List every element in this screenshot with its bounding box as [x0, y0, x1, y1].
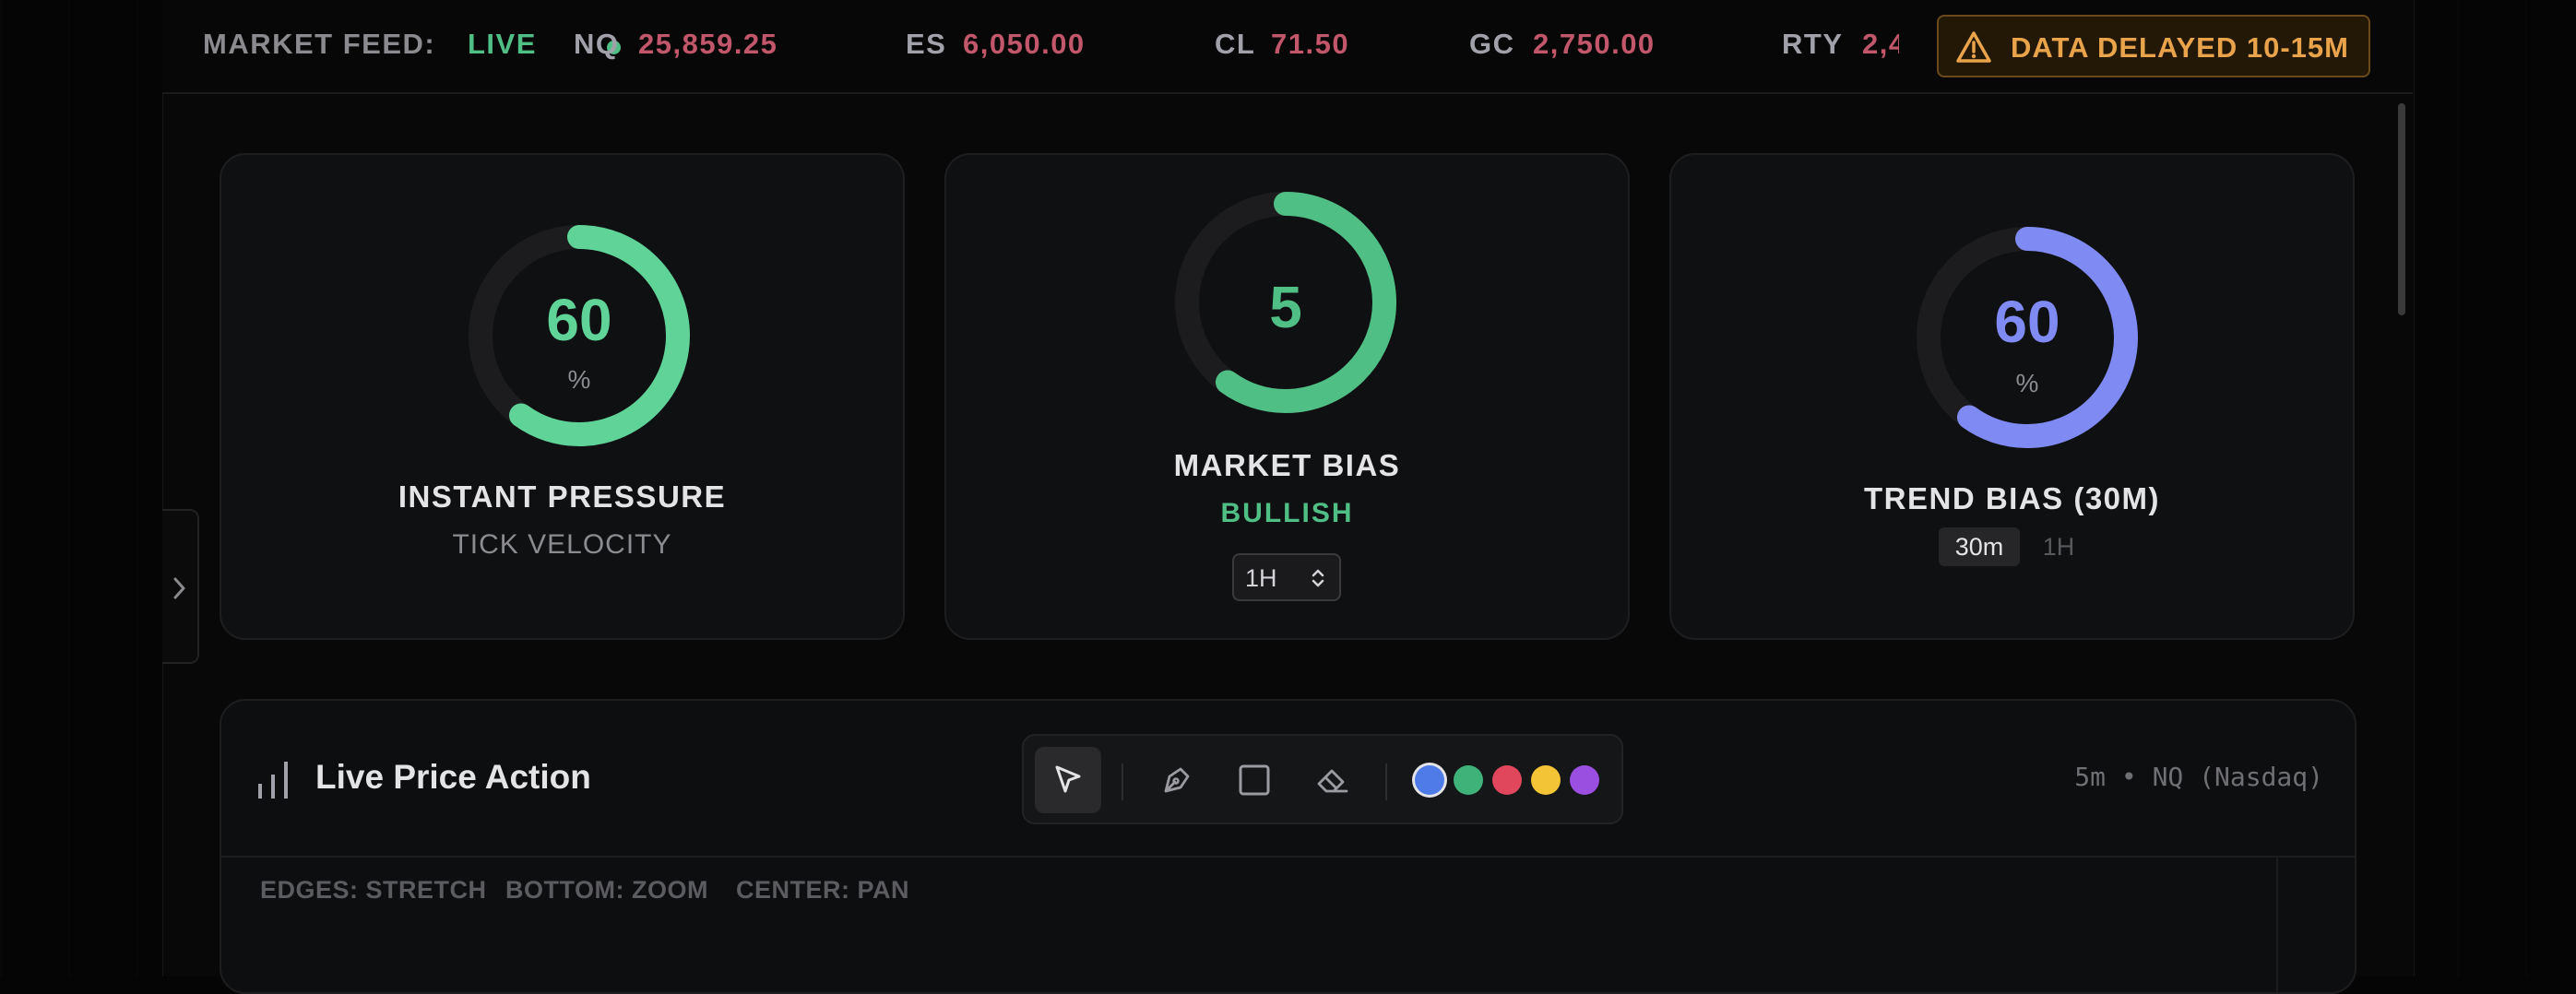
warning-icon — [1956, 31, 1991, 63]
pen-icon — [1164, 767, 1190, 793]
trend-bias-value: 60 — [1994, 289, 2060, 355]
ticker-symbol: CL — [1215, 28, 1256, 60]
ticker-price: 2,750.00 — [1533, 28, 1656, 60]
timeframe-select[interactable]: 1H — [1232, 553, 1341, 601]
trend-bias-unit: % — [2015, 369, 2039, 397]
color-swatch-blue[interactable] — [1415, 765, 1444, 795]
pen-tool-button[interactable] — [1144, 747, 1210, 813]
timeframe-select-value: 1H — [1245, 564, 1277, 592]
segment-1h[interactable]: 1H — [2033, 527, 2084, 566]
instant-pressure-subtitle: TICK VELOCITY — [452, 529, 672, 560]
market-bias-card: 5 MARKET BIAS BULLISH 1H — [944, 153, 1630, 640]
chevron-right-icon — [173, 577, 185, 599]
panel-title: Live Price Action — [315, 758, 591, 796]
live-label: LIVE — [468, 28, 537, 60]
market-feed-label: MARKET FEED: — [203, 28, 436, 60]
instant-pressure-card: 60 % INSTANT PRESSURE TICK VELOCITY — [220, 153, 905, 640]
scrollbar-thumb[interactable] — [2398, 103, 2405, 315]
cursor-tool-button[interactable] — [1035, 747, 1101, 813]
instant-pressure-value: 60 — [546, 287, 612, 353]
ticker-price: 6,050.00 — [963, 28, 1086, 60]
color-swatch-yellow[interactable] — [1531, 765, 1561, 795]
ticker-symbol: ES — [906, 28, 947, 60]
market-ticker: MARKET FEED: LIVE NQ 25,859.25 ES 6,050.… — [162, 0, 2413, 94]
hint-edges: EDGES: STRETCH — [260, 876, 487, 904]
rectangle-tool-button[interactable] — [1221, 747, 1288, 813]
ticker-symbol: RTY — [1782, 28, 1844, 60]
ticker-price: 2,4 — [1862, 28, 1899, 60]
color-swatch-red[interactable] — [1492, 765, 1522, 795]
drawing-toolbar — [1022, 734, 1623, 824]
ticker-symbol: GC — [1469, 28, 1515, 60]
color-swatch-purple[interactable] — [1570, 765, 1599, 795]
ticker-price: 71.50 — [1271, 28, 1350, 60]
chart-meta: 5m • NQ (Nasdaq) — [2074, 762, 2323, 792]
hint-bottom: BOTTOM: ZOOM — [505, 876, 708, 904]
eraser-icon — [1317, 769, 1348, 793]
chart-axis-divider — [2276, 856, 2278, 992]
cursor-icon — [1055, 765, 1081, 793]
data-delayed-label: DATA DELAYED 10-15M — [2011, 31, 2349, 64]
rectangle-icon — [1239, 764, 1270, 796]
hint-center: CENTER: PAN — [736, 876, 910, 904]
eraser-tool-button[interactable] — [1299, 747, 1365, 813]
ticker-price: 25,859.25 — [638, 28, 778, 60]
bar-chart-icon — [258, 762, 288, 799]
trend-bias-title: TREND BIAS (30M) — [1863, 481, 2161, 515]
live-price-action-panel: Live Price Action 5m • NQ (Nasdaq) EDGES… — [220, 699, 2356, 994]
ticker-symbol: NQ — [574, 28, 620, 60]
market-bias-value: 5 — [1269, 274, 1302, 340]
toolbar-divider — [1385, 763, 1387, 800]
sidebar-expand-tab[interactable] — [162, 509, 199, 664]
toolbar-divider — [1122, 763, 1123, 800]
color-swatch-green[interactable] — [1454, 765, 1483, 795]
trend-bias-card: 60 % TREND BIAS (30M) 30m 1H — [1669, 153, 2355, 640]
instant-pressure-unit: % — [567, 365, 591, 394]
market-bias-direction: BULLISH — [1220, 498, 1354, 528]
segment-30m[interactable]: 30m — [1939, 527, 2020, 566]
instant-pressure-title: INSTANT PRESSURE — [398, 479, 727, 514]
market-bias-title: MARKET BIAS — [1173, 448, 1401, 482]
data-delayed-badge: DATA DELAYED 10-15M — [1937, 15, 2370, 77]
chevron-updown-icon — [1312, 569, 1324, 587]
